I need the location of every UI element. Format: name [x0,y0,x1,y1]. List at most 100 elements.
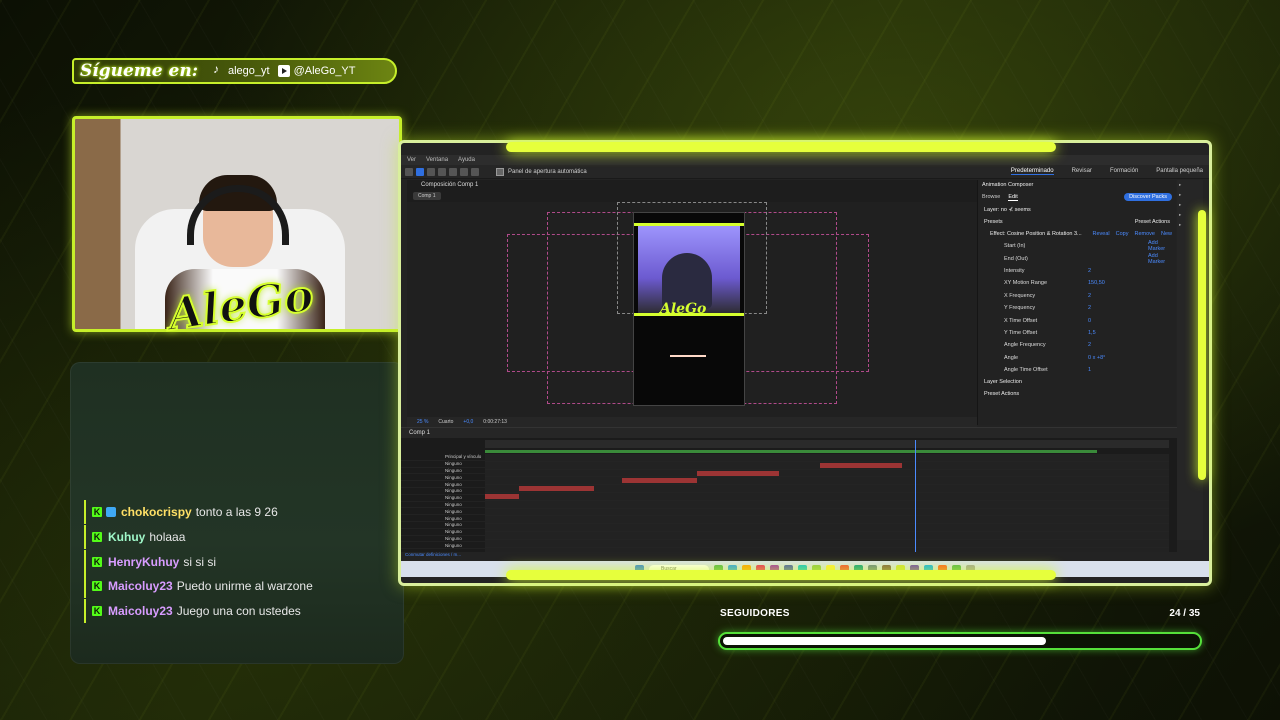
workspace-revisar[interactable]: Revisar [1072,168,1092,175]
menu-item-ventana[interactable]: Ventana [426,157,448,163]
eraser-tool-icon[interactable] [460,167,468,176]
layer-parent-select[interactable]: Ninguno [401,461,485,468]
effect-new[interactable]: New [1161,231,1176,237]
property-action[interactable]: Add Marker [1148,253,1176,265]
ac-property-row[interactable]: End (Out) Add Marker [978,252,1176,265]
effect-copy[interactable]: Copy [1116,231,1129,237]
auto-open-checkbox[interactable] [496,167,504,176]
ac-effect-row[interactable]: Effect: Cosine Position & Rotation 3... … [978,228,1176,240]
layer-track[interactable] [485,531,1169,540]
property-value[interactable]: 1,5 [1088,330,1148,336]
layer-parent-select[interactable]: Ninguno [401,474,485,482]
property-value[interactable]: 0 x +8° [1088,355,1148,361]
chat-username[interactable]: Maicoluy23 [108,604,173,618]
chat-username[interactable]: Maicoluy23 [108,579,173,593]
ac-property-row[interactable]: Angle Frequency 2 [978,339,1176,351]
property-value[interactable]: 2 [1088,293,1148,299]
layer-track[interactable] [485,500,1169,509]
effect-reveal[interactable]: Reveal [1093,231,1110,237]
ac-property-row[interactable]: Y Frequency 2 [978,302,1176,314]
layer-parent-select[interactable]: Ninguno [401,495,485,502]
chat-username[interactable]: HenryKuhuy [108,555,179,569]
playhead[interactable] [915,440,916,558]
menu-item-ayuda[interactable]: Ayuda [458,157,475,163]
layer-duration-bar[interactable] [697,470,780,476]
composition-viewport[interactable]: AleGo [407,202,977,417]
layer-duration-bar[interactable] [820,462,903,468]
auto-open-option[interactable]: Panel de apertura automática [496,167,587,176]
quality-select[interactable]: Cuarto [438,419,453,425]
property-value[interactable]: 2 [1088,342,1148,348]
layer-track[interactable] [485,454,1169,462]
workspace-pantalla-pequena[interactable]: Pantalla pequeña [1156,168,1203,175]
layer-parent-select[interactable]: Ninguno [401,522,485,529]
layer-track[interactable] [485,524,1169,532]
menu-item-ver[interactable]: Ver [407,157,416,163]
layer-selection-section[interactable]: Layer Selection [978,376,1176,388]
property-value[interactable]: 2 [1088,268,1148,274]
layer-parent-select[interactable]: Ninguno [401,481,485,488]
ac-property-row[interactable]: Start (In) Add Marker [978,240,1176,252]
property-action[interactable]: Add Marker [1148,240,1176,252]
layer-track[interactable] [485,485,1169,493]
ac-tab-edit[interactable]: Edit [1008,194,1018,201]
work-area-bar[interactable] [485,450,1097,453]
timeline-tab[interactable]: Comp 1 [401,428,1177,438]
pen-tool-icon[interactable] [427,167,435,176]
layer-track[interactable] [485,516,1169,525]
property-value[interactable]: 150,50 [1088,280,1148,286]
preset-actions-top[interactable]: Preset Actions [1135,219,1176,225]
layer-parent-select[interactable]: Ninguno [401,468,485,475]
ac-property-row[interactable]: XY Motion Range 150,50 [978,277,1176,289]
chat-username[interactable]: Kuhuy [108,530,145,544]
layer-duration-bar[interactable] [485,493,520,499]
side-panel-previews[interactable]: ▸ [1177,180,1203,190]
ac-property-row[interactable]: X Frequency 2 [978,290,1176,302]
ac-property-row[interactable]: Intensity 2 [978,265,1176,277]
layer-parent-select[interactable]: Ninguno [401,542,485,550]
layer-track[interactable] [485,461,1169,470]
layer-parent-select[interactable]: Ninguno [401,529,485,536]
ac-property-row[interactable]: Y Time Offset 1,5 [978,327,1176,339]
layer-parent-select[interactable]: Ninguno [401,536,485,543]
layer-parent-select[interactable]: Ninguno [401,488,485,495]
current-timecode[interactable]: 0:00:27:13 [483,419,507,425]
layer-track[interactable] [485,539,1169,548]
type-tool-icon[interactable] [416,167,424,176]
property-value[interactable]: 2 [1088,305,1148,311]
ac-tab-browse[interactable]: Browse [982,194,1000,200]
chat-username[interactable]: chokocrispy [121,505,192,519]
layer-parent-select[interactable]: Ninguno [401,515,485,522]
side-panel-effects[interactable]: ▸ [1177,190,1203,200]
property-value[interactable]: 1 [1088,367,1148,373]
hand-tool-icon[interactable] [405,167,413,176]
discover-packs-button[interactable]: Discover Packs [1124,193,1172,201]
ac-property-row[interactable]: Angle Time Offset 1 [978,364,1176,376]
layer-track[interactable] [485,508,1169,517]
exposure-value[interactable]: +0,0 [463,419,473,425]
ac-presets-header[interactable]: Presets Preset Actions [978,216,1176,228]
stamp-tool-icon[interactable] [449,167,457,176]
timeline-footer[interactable]: Conmutar definiciones / m... [401,552,1177,560]
composition-tab[interactable]: Composición Comp 1 [407,180,478,190]
effect-remove[interactable]: Remove [1135,231,1155,237]
preset-actions-button[interactable]: Preset Actions [978,388,1176,400]
property-value[interactable]: 0 [1088,318,1148,324]
layer-parent-select[interactable]: Principal y vínculo [401,454,485,461]
workspace-formacion[interactable]: Formación [1110,168,1138,175]
layer-duration-bar[interactable] [621,478,698,484]
ac-property-row[interactable]: X Time Offset 0 [978,314,1176,326]
layer-track[interactable] [485,477,1169,486]
time-ruler[interactable] [485,440,1169,448]
layer-track[interactable] [485,469,1169,478]
workspace-predeterminado[interactable]: Predeterminado [1010,168,1054,175]
layer-parent-select[interactable]: Ninguno [401,508,485,516]
layer-duration-bar[interactable] [519,486,595,492]
puppet-tool-icon[interactable] [471,167,479,176]
ac-property-row[interactable]: Angle 0 x +8° [978,352,1176,364]
comp-breadcrumb[interactable]: Comp 1 [413,192,441,200]
brush-tool-icon[interactable] [438,167,446,176]
layer-track[interactable] [485,492,1169,501]
layer-parent-select[interactable]: Ninguno [401,502,485,509]
zoom-select[interactable]: 25 % [417,419,428,425]
